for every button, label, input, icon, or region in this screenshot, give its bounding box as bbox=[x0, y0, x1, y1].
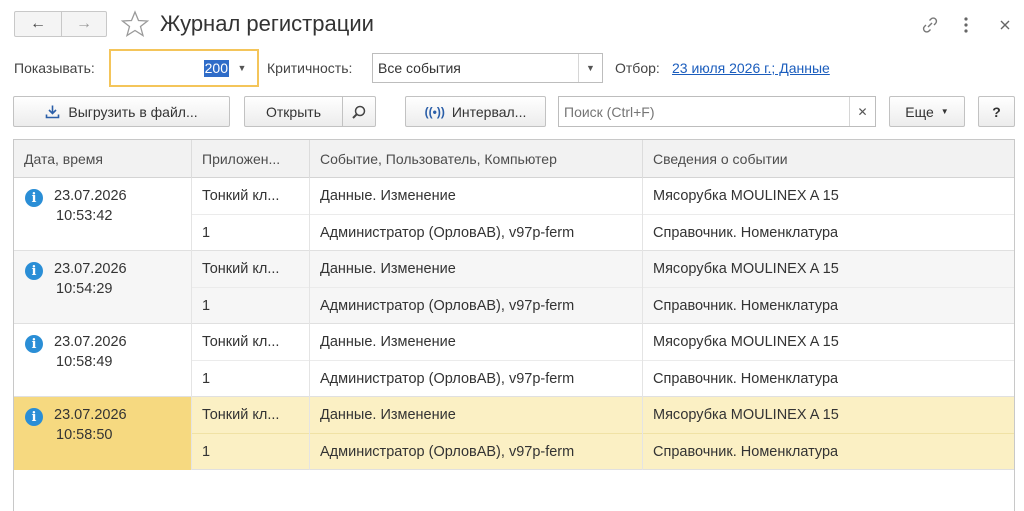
event-user: Администратор (ОрловАВ), v97p-ferm bbox=[320, 444, 575, 460]
event-data: Мясорубка MOULINEX A 15 bbox=[653, 261, 839, 277]
link-icon[interactable] bbox=[917, 12, 943, 38]
page-title: Журнал регистрации bbox=[160, 11, 374, 36]
arrow-right-icon: → bbox=[76, 15, 92, 32]
application-name: Тонкий кл... bbox=[202, 261, 280, 277]
interval-button[interactable]: ((•)) Интервал... bbox=[405, 96, 546, 127]
column-header-info[interactable]: Сведения о событии bbox=[643, 140, 1014, 178]
close-icon[interactable] bbox=[993, 12, 1017, 38]
info-cell: Мясорубка MOULINEX A 15 Справочник. Номе… bbox=[643, 178, 1014, 251]
help-button[interactable]: ? bbox=[978, 96, 1015, 127]
interval-icon: ((•)) bbox=[424, 104, 445, 119]
open-button[interactable]: Открыть bbox=[244, 96, 343, 127]
more-vert-icon[interactable] bbox=[955, 12, 977, 38]
show-count-label: Показывать: bbox=[14, 60, 95, 76]
search-field[interactable]: ✕ bbox=[558, 96, 876, 127]
application-cell: Тонкий кл... 1 bbox=[192, 324, 310, 397]
event-metadata: Справочник. Номенклатура bbox=[653, 371, 839, 387]
info-cell: Мясорубка MOULINEX A 15 Справочник. Номе… bbox=[643, 397, 1014, 470]
event-name: Данные. Изменение bbox=[320, 334, 456, 350]
column-header-event[interactable]: Событие, Пользователь, Компьютер bbox=[310, 140, 643, 178]
chevron-down-icon[interactable]: ▼ bbox=[229, 51, 255, 85]
table-row[interactable]: i 23.07.2026 10:53:42 Тонкий кл... 1 Дан… bbox=[14, 178, 1014, 251]
event-name: Данные. Изменение bbox=[320, 407, 456, 423]
chevron-down-icon[interactable]: ▼ bbox=[578, 54, 602, 82]
application-cell: Тонкий кл... 1 bbox=[192, 251, 310, 324]
magnifier-icon bbox=[351, 104, 367, 120]
column-header-application[interactable]: Приложен... bbox=[192, 140, 310, 178]
back-button[interactable]: ← bbox=[14, 11, 62, 37]
application-name: Тонкий кл... bbox=[202, 188, 280, 204]
info-cell: Мясорубка MOULINEX A 15 Справочник. Номе… bbox=[643, 324, 1014, 397]
more-button[interactable]: Еще ▼ bbox=[889, 96, 965, 127]
chevron-down-icon: ▼ bbox=[940, 107, 949, 116]
event-name: Данные. Изменение bbox=[320, 261, 456, 277]
event-user: Администратор (ОрловАВ), v97p-ferm bbox=[320, 225, 575, 241]
event-log-table[interactable]: Дата, время Приложен... Событие, Пользов… bbox=[13, 139, 1015, 511]
application-name: Тонкий кл... bbox=[202, 407, 280, 423]
severity-select[interactable]: Все события ▼ bbox=[372, 53, 603, 83]
event-time: 10:58:49 bbox=[56, 354, 113, 370]
event-time: 10:58:50 bbox=[56, 427, 113, 443]
search-input[interactable] bbox=[559, 97, 849, 126]
show-count-value: 200 bbox=[203, 59, 229, 77]
event-date: 23.07.2026 bbox=[54, 188, 127, 204]
info-icon: i bbox=[25, 408, 43, 426]
application-cell: Тонкий кл... 1 bbox=[192, 178, 310, 251]
download-icon bbox=[45, 104, 60, 119]
info-icon: i bbox=[25, 189, 43, 207]
arrow-left-icon: ← bbox=[30, 15, 46, 32]
table-row-selected[interactable]: i 23.07.2026 10:58:50 Тонкий кл... 1 Дан… bbox=[14, 397, 1014, 470]
selection-label: Отбор: bbox=[615, 60, 660, 76]
event-user: Администратор (ОрловАВ), v97p-ferm bbox=[320, 298, 575, 314]
datetime-cell: i 23.07.2026 10:58:50 bbox=[14, 397, 192, 470]
datetime-cell: i 23.07.2026 10:54:29 bbox=[14, 251, 192, 324]
favorite-star-icon[interactable] bbox=[120, 9, 150, 39]
event-metadata: Справочник. Номенклатура bbox=[653, 298, 839, 314]
event-date: 23.07.2026 bbox=[54, 407, 127, 423]
event-date: 23.07.2026 bbox=[54, 334, 127, 350]
session-number: 1 bbox=[202, 225, 211, 241]
event-name: Данные. Изменение bbox=[320, 188, 456, 204]
event-cell: Данные. Изменение Администратор (ОрловАВ… bbox=[310, 324, 643, 397]
session-number: 1 bbox=[202, 444, 211, 460]
export-button[interactable]: Выгрузить в файл... bbox=[13, 96, 230, 127]
severity-label: Критичность: bbox=[267, 60, 353, 76]
severity-value: Все события bbox=[378, 60, 461, 76]
event-metadata: Справочник. Номенклатура bbox=[653, 444, 839, 460]
forward-button[interactable]: → bbox=[61, 11, 107, 37]
clear-icon[interactable]: ✕ bbox=[849, 97, 875, 126]
selection-link[interactable]: 23 июля 2026 г.; Данные bbox=[672, 60, 830, 76]
table-row[interactable]: i 23.07.2026 10:54:29 Тонкий кл... 1 Дан… bbox=[14, 251, 1014, 324]
event-cell: Данные. Изменение Администратор (ОрловАВ… bbox=[310, 397, 643, 470]
find-button[interactable] bbox=[342, 96, 376, 127]
interval-button-label: Интервал... bbox=[451, 103, 527, 120]
table-row[interactable]: i 23.07.2026 10:58:49 Тонкий кл... 1 Дан… bbox=[14, 324, 1014, 397]
info-icon: i bbox=[25, 335, 43, 353]
application-name: Тонкий кл... bbox=[202, 334, 280, 350]
datetime-cell: i 23.07.2026 10:53:42 bbox=[14, 178, 192, 251]
event-time: 10:53:42 bbox=[56, 208, 113, 224]
column-header-datetime[interactable]: Дата, время bbox=[14, 140, 192, 178]
info-icon: i bbox=[25, 262, 43, 280]
show-count-input[interactable]: 200 ▼ bbox=[109, 49, 259, 87]
event-cell: Данные. Изменение Администратор (ОрловАВ… bbox=[310, 178, 643, 251]
session-number: 1 bbox=[202, 371, 211, 387]
event-date: 23.07.2026 bbox=[54, 261, 127, 277]
event-cell: Данные. Изменение Администратор (ОрловАВ… bbox=[310, 251, 643, 324]
open-button-label: Открыть bbox=[266, 103, 321, 120]
application-cell: Тонкий кл... 1 bbox=[192, 397, 310, 470]
more-button-label: Еще bbox=[905, 103, 934, 120]
session-number: 1 bbox=[202, 298, 211, 314]
datetime-cell: i 23.07.2026 10:58:49 bbox=[14, 324, 192, 397]
table-header: Дата, время Приложен... Событие, Пользов… bbox=[14, 140, 1014, 178]
event-data: Мясорубка MOULINEX A 15 bbox=[653, 334, 839, 350]
event-data: Мясорубка MOULINEX A 15 bbox=[653, 407, 839, 423]
event-user: Администратор (ОрловАВ), v97p-ferm bbox=[320, 371, 575, 387]
help-button-label: ? bbox=[992, 103, 1001, 120]
event-data: Мясорубка MOULINEX A 15 bbox=[653, 188, 839, 204]
info-cell: Мясорубка MOULINEX A 15 Справочник. Номе… bbox=[643, 251, 1014, 324]
event-time: 10:54:29 bbox=[56, 281, 113, 297]
export-button-label: Выгрузить в файл... bbox=[68, 103, 198, 120]
event-metadata: Справочник. Номенклатура bbox=[653, 225, 839, 241]
